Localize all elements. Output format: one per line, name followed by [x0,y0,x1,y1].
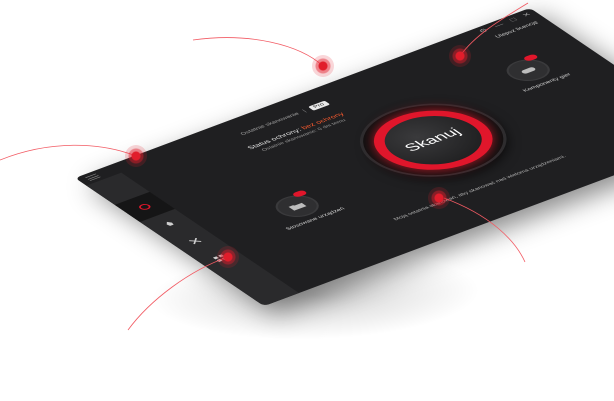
notification-badge [522,53,540,62]
close-icon[interactable]: ✕ [520,11,534,18]
gamepad-icon [522,67,536,74]
notification-badge [290,189,309,198]
scan-control: Skanuj [335,91,532,190]
hotspot-apps[interactable] [217,246,239,268]
feature-devices[interactable]: Stosowane urządzeń [256,187,346,231]
feature-games[interactable]: Komponenty gier [493,53,573,93]
maximize-icon[interactable]: □ [507,17,519,23]
tab-pro[interactable]: Pro [307,100,331,111]
tools-icon [189,237,202,245]
rocket-icon [166,221,174,226]
app-window: ⚙ — □ ✕ Ulepsz licencję Ostatnie skanowa… [75,7,614,307]
hotspot-games[interactable] [449,45,471,67]
folder-icon [288,202,307,211]
hotspot-status[interactable] [312,55,334,77]
minimize-icon[interactable]: — [492,21,507,29]
hotspot-sidebar[interactable] [125,145,147,167]
hotspot-message[interactable] [428,187,450,209]
shield-icon [139,204,151,210]
promo-scene: ⚙ — □ ✕ Ulepsz licencję Ostatnie skanowa… [0,0,614,401]
tab-separator: | [301,109,308,113]
settings-icon[interactable]: ⚙ [477,27,491,34]
